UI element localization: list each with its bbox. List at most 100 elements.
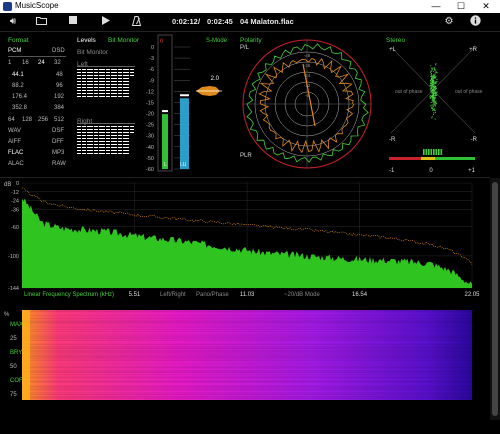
spectrogram-row xyxy=(22,312,472,313)
corr-segment xyxy=(428,149,430,155)
meter-scale-label: -6 xyxy=(149,67,154,73)
tab-levels[interactable]: Levels xyxy=(77,37,96,44)
meter-scale-label: -9 xyxy=(149,78,154,84)
spectrogram-row xyxy=(22,350,472,351)
stereo-dot xyxy=(434,118,436,120)
spectrogram-row xyxy=(22,384,472,385)
spectrogram: %MAX 25 BRY 50 COF 75 xyxy=(4,310,472,400)
stereo-dot xyxy=(435,105,436,107)
gear-icon[interactable]: ⚙ xyxy=(442,16,456,28)
close-button[interactable]: ✕ xyxy=(474,0,498,13)
stereo-dot xyxy=(433,82,435,84)
spectrogram-row xyxy=(22,364,472,365)
stereo-dot xyxy=(436,78,438,80)
stop-icon[interactable] xyxy=(66,16,80,28)
spectrogram-row xyxy=(22,395,472,396)
spectrogram-row xyxy=(22,344,472,345)
spectrogram-row xyxy=(22,320,472,321)
rate-96: 96 xyxy=(56,83,63,89)
play-icon[interactable] xyxy=(99,16,113,28)
rate-352-8: 352.8 xyxy=(12,105,28,111)
stereo-dot xyxy=(434,67,436,69)
stereo-dot xyxy=(435,63,437,65)
format-pcm: PCM xyxy=(8,48,22,54)
stereo-dot xyxy=(435,82,437,84)
spectrogram-row xyxy=(22,390,472,391)
dsd-64: 64 xyxy=(8,117,15,123)
spectrogram-row xyxy=(22,318,472,319)
spectrogram-row xyxy=(22,333,472,334)
stereo-dot xyxy=(431,117,433,119)
spectrogram-row xyxy=(22,327,472,328)
spectrogram-row xyxy=(22,332,472,333)
spectrogram-row xyxy=(22,347,472,348)
stereo-dot xyxy=(435,100,437,102)
bit-monitor-rule xyxy=(77,123,135,124)
spectrum-ytick: 0 xyxy=(16,181,19,187)
spectrogram-label: COF xyxy=(10,378,23,384)
meter-scale-label: -30 xyxy=(146,134,154,140)
stereo-dot xyxy=(432,78,433,80)
stereo-scope: +L +R -R -R out of phase out of phase -1 0 +1 xyxy=(389,46,483,174)
file-name: 04 Malaton.flac xyxy=(240,17,294,26)
spectrogram-row xyxy=(22,331,472,332)
scrollbar-thumb[interactable] xyxy=(492,182,498,416)
total-time: 0:02:45 xyxy=(207,17,233,26)
stereo-dot xyxy=(433,74,435,76)
spectrogram-row xyxy=(22,373,472,374)
volume-icon[interactable]: 🔊︎ xyxy=(6,16,20,28)
stereo-dot xyxy=(432,106,434,108)
spectrogram-row xyxy=(22,379,472,380)
spectrum-xtick: 11.03 xyxy=(240,292,255,298)
bit-column xyxy=(132,126,135,134)
tab-bit-monitor[interactable]: Bit Monitor xyxy=(108,37,139,44)
stereo-dot xyxy=(430,89,432,91)
scrollbar[interactable] xyxy=(490,178,500,420)
spectrogram-row xyxy=(22,317,472,318)
stereo-dot xyxy=(433,88,435,90)
spectrogram-row xyxy=(22,356,472,357)
spectrogram-row xyxy=(22,360,472,361)
corr-segment xyxy=(435,149,438,155)
stereo-dot xyxy=(434,75,436,77)
metronome-icon[interactable] xyxy=(129,16,143,28)
spectrogram-row xyxy=(22,337,472,338)
stereo-dot xyxy=(434,96,436,98)
spectrogram-row xyxy=(22,372,472,373)
minimize-button[interactable]: — xyxy=(424,0,448,13)
corr-min-label: -1 xyxy=(389,168,395,174)
stereo-dot xyxy=(431,81,433,83)
maximize-button[interactable]: ☐ xyxy=(449,0,473,13)
stereo-dot xyxy=(430,74,432,76)
rate-176-4: 176.4 xyxy=(12,94,28,100)
stereo-out-of-phase-right: out of phase xyxy=(455,89,483,95)
stereo-dot xyxy=(432,104,434,106)
spectrogram-row xyxy=(22,377,472,378)
meter-right-bar xyxy=(180,98,189,169)
spectrogram-row xyxy=(22,380,472,381)
stereo-dot xyxy=(432,94,434,96)
time-separator: / xyxy=(198,17,201,26)
corr-bar-positive xyxy=(435,157,475,160)
spectrum-db-label: dB xyxy=(4,182,11,188)
stereo-dot xyxy=(430,65,432,67)
spectrogram-row xyxy=(22,354,472,355)
meter-scale-label: -12 xyxy=(146,89,154,95)
stereo-dot xyxy=(431,99,433,101)
corr-bar-center xyxy=(421,157,435,160)
stereo-dot xyxy=(432,77,434,79)
spectrum-xtick: 5.51 xyxy=(129,292,141,298)
spectrogram-row xyxy=(22,368,472,369)
spectrogram-row xyxy=(22,319,472,320)
folder-icon[interactable] xyxy=(34,16,48,28)
info-icon[interactable] xyxy=(468,15,482,27)
stereo-dot xyxy=(433,78,435,80)
spectrum-ytick: -100 xyxy=(8,254,19,260)
stereo-dot xyxy=(432,70,434,72)
type-flac: FLAC xyxy=(8,150,24,156)
rate-44-1: 44.1 xyxy=(12,72,24,78)
spectrogram-row xyxy=(22,393,472,394)
stereo-dot xyxy=(433,102,435,104)
meter-scale-label: 0 xyxy=(151,45,154,51)
spectrogram-lowband xyxy=(22,310,30,400)
